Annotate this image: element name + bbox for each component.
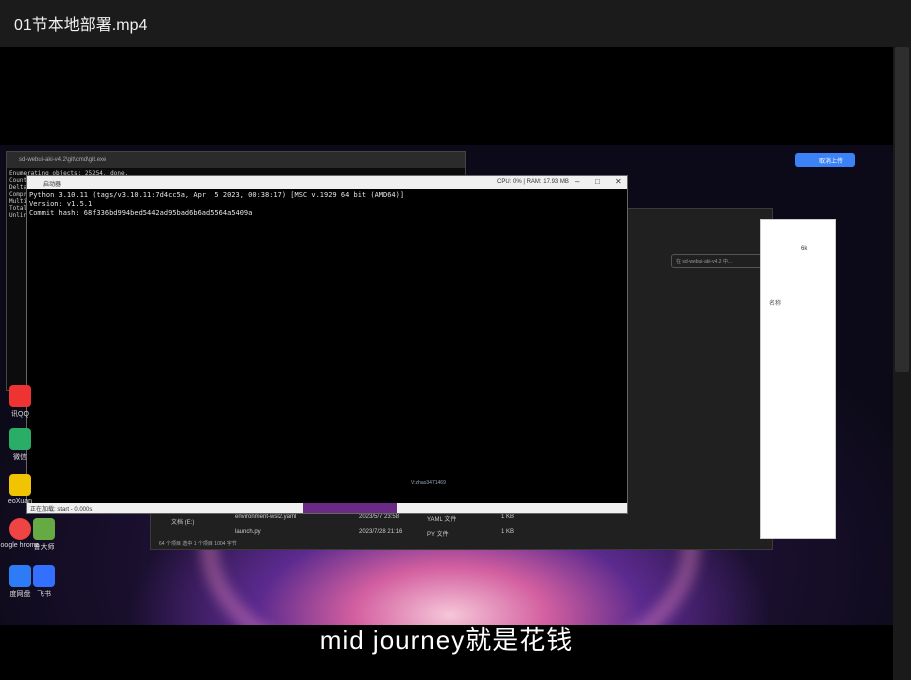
qq-icon xyxy=(9,385,31,407)
close-icon[interactable]: ✕ xyxy=(615,177,622,186)
daoxuan-icon xyxy=(9,474,31,496)
desktop-icon-daoxuan[interactable]: eoXuan xyxy=(0,474,40,505)
console-title: 启动器 xyxy=(43,182,62,188)
git-cmd-title: sd-webui-aki-v4.2\git\cmd\git.exe xyxy=(7,152,465,168)
desktop-icon-qq[interactable]: 讯QQ xyxy=(0,385,40,419)
baidu-upload-button[interactable]: 取消上传 xyxy=(795,153,855,167)
launcher-console-window: 启动器 CPU: 0% | RAM: 17.93 MB – □ ✕ Python… xyxy=(26,175,628,514)
video-title: 01节本地部署.mp4 xyxy=(14,17,148,34)
desktop-icon-ludashi[interactable]: 鲁大师 xyxy=(24,518,64,552)
file-row-type: YAML 文件 xyxy=(427,517,457,523)
video-frame[interactable]: sd-webui-aki-v4.2\git\cmd\git.exe Enumer… xyxy=(0,145,893,625)
side-app-panel: 名称 6k xyxy=(760,219,836,539)
ludashi-icon xyxy=(33,518,55,540)
loading-status: 正在加载: start - 0.000s xyxy=(30,507,93,513)
file-row-type: PY 文件 xyxy=(427,532,449,538)
explorer-search-box[interactable]: 在 sd-webui-aki-v4.2 中... xyxy=(671,254,769,268)
minimize-icon[interactable]: – xyxy=(575,177,579,186)
player-title-bar: 01节本地部署.mp4 xyxy=(0,0,911,47)
scrollbar-thumb[interactable] xyxy=(895,47,909,372)
panel-search-label: 名称 xyxy=(769,301,782,307)
file-row-name[interactable]: environment-wsl2.yaml xyxy=(235,514,296,520)
console-title-bar: 启动器 CPU: 0% | RAM: 17.93 MB – □ ✕ xyxy=(27,176,627,189)
maximize-icon[interactable]: □ xyxy=(595,177,600,186)
wechat-icon xyxy=(9,428,31,450)
file-row-size: 1 KB xyxy=(501,529,515,535)
feishu-icon xyxy=(33,565,55,587)
watermark-text: V:zhao3471469 xyxy=(411,480,446,486)
explorer-status-bar: 64 个项目 选中 1 个项目 1004 字节 xyxy=(159,541,237,547)
file-row-date: 2023/7/28 21:16 xyxy=(359,529,403,535)
file-row-size: 1 KB xyxy=(501,514,515,520)
loading-progress xyxy=(303,503,397,513)
explorer-sidebar-item[interactable]: 文档 (E:) xyxy=(171,517,194,526)
scrollbar[interactable] xyxy=(893,47,911,680)
console-resource-stats: CPU: 0% | RAM: 17.93 MB xyxy=(497,179,569,185)
avatar-badge: 6k xyxy=(801,246,808,252)
console-output: Python 3.10.11 (tags/v3.10.11:7d4cc5a, A… xyxy=(29,191,405,217)
desktop-icon-wechat[interactable]: 微信 xyxy=(0,428,40,462)
console-status-bar: 正在加载: start - 0.000s xyxy=(27,503,627,513)
desktop-icon-feishu[interactable]: 飞书 xyxy=(24,565,64,599)
video-subtitle: mid journey就是花钱 xyxy=(319,625,574,655)
file-row-name[interactable]: launch.py xyxy=(235,529,261,535)
file-row-date: 2023/5/7 23:58 xyxy=(359,514,400,520)
